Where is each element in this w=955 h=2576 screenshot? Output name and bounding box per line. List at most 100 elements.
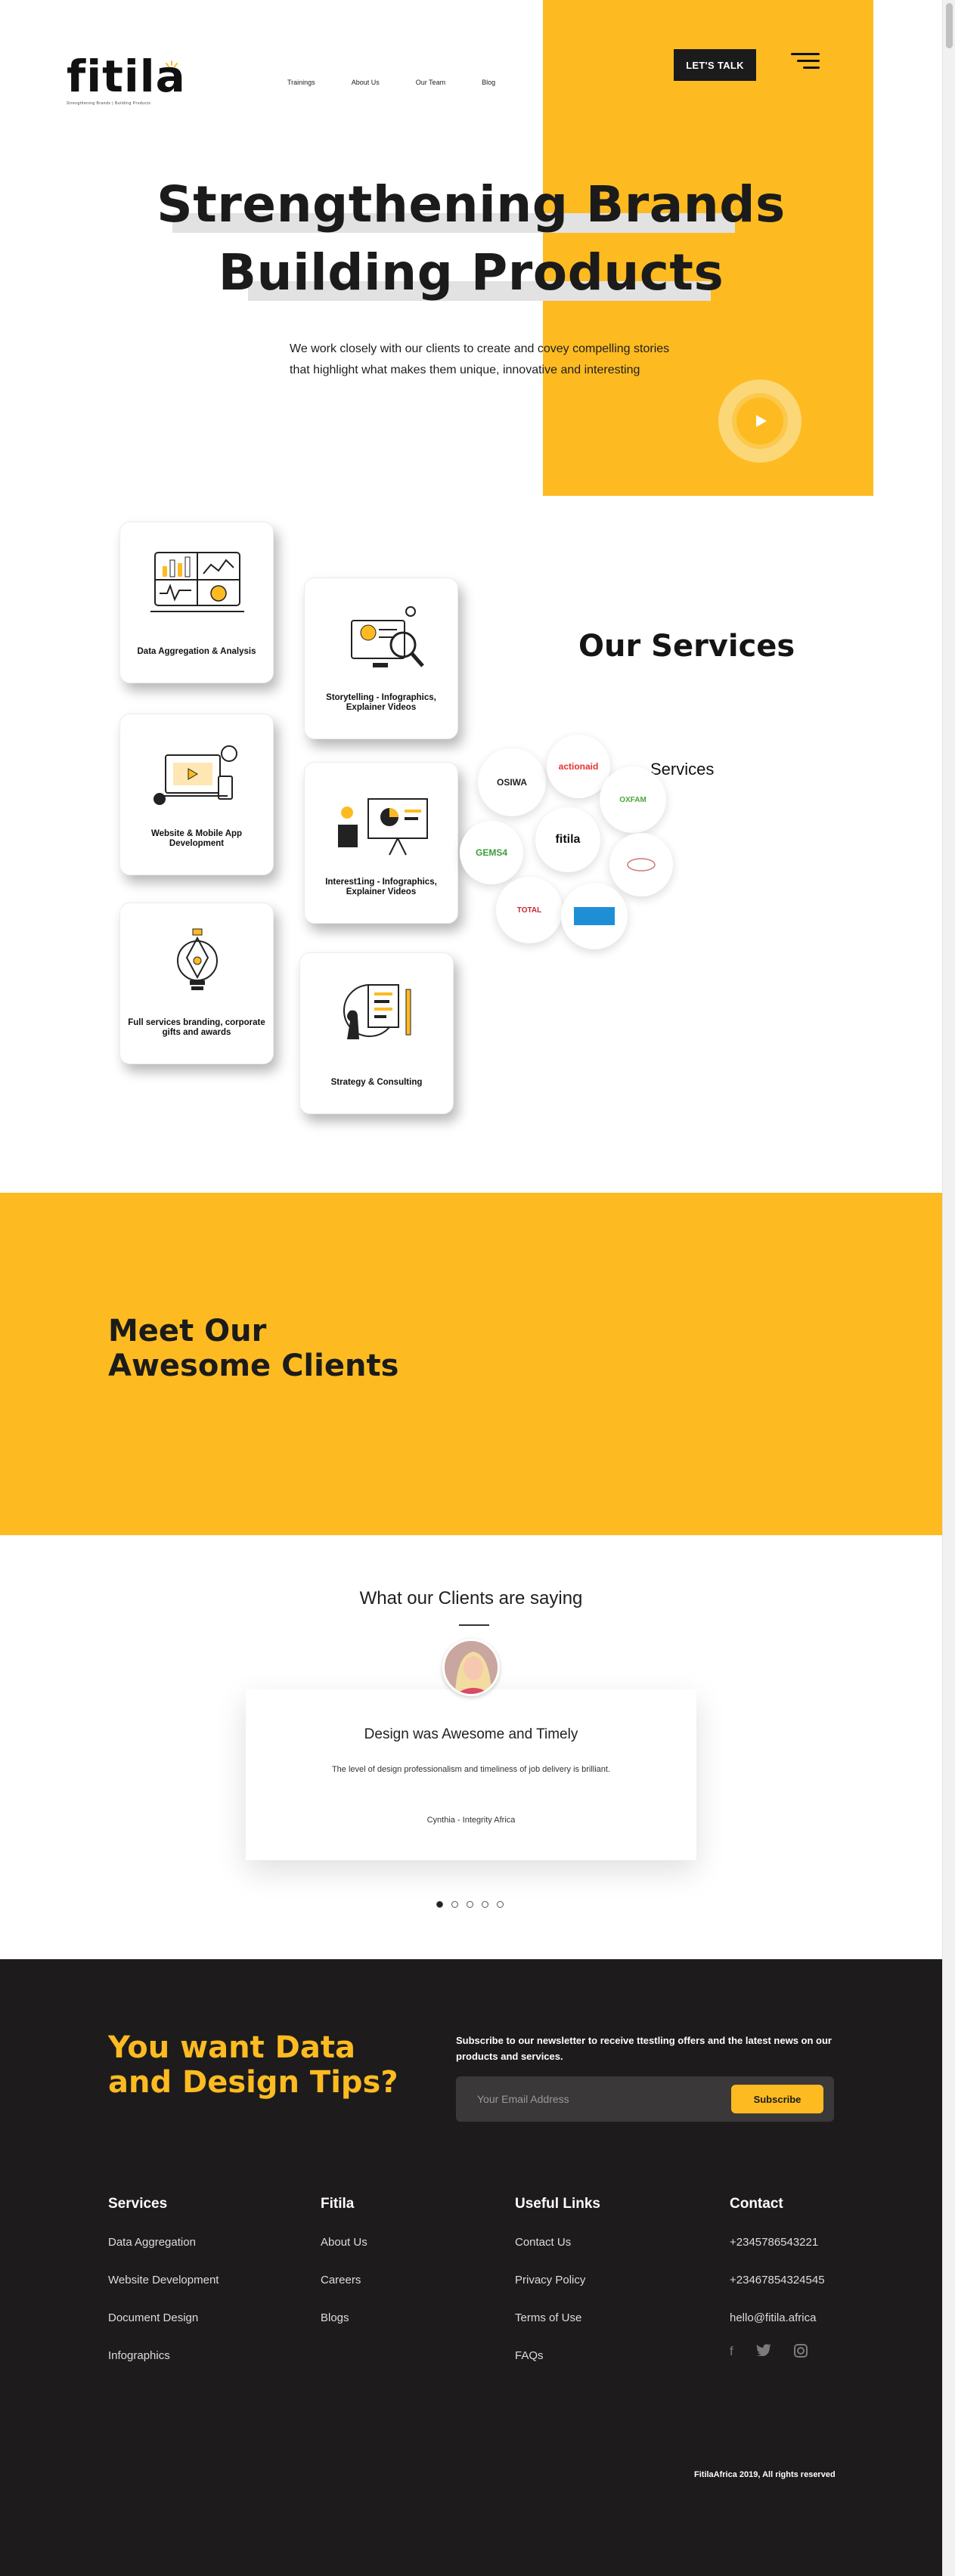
- footer-link[interactable]: Data Aggregation: [108, 2235, 219, 2249]
- nav-item-blog[interactable]: Blog: [482, 79, 495, 86]
- footer: You want Data and Design Tips? Subscribe…: [0, 1959, 942, 2576]
- footer-column-title: Contact: [730, 2196, 783, 2212]
- newsletter-text: Subscribe to our newsletter to receive t…: [456, 2035, 832, 2062]
- hero-headline-line1: Strengthening Brands: [157, 175, 786, 234]
- client-logo-text: OXFAM: [619, 795, 646, 804]
- client-logo-text: OSIWA: [496, 777, 527, 788]
- tips-title-line1: You want Data: [108, 2030, 355, 2065]
- footer-link[interactable]: Contact Us: [515, 2235, 600, 2249]
- service-card-label: Interest1ing - Infographics, Explainer V…: [325, 878, 437, 896]
- facebook-icon[interactable]: f: [730, 2344, 733, 2361]
- chess-strategy-icon: [343, 984, 411, 1039]
- devices-icon: [153, 745, 237, 805]
- main-nav: Trainings About Us Our Team Blog: [287, 79, 495, 86]
- footer-link[interactable]: Terms of Use: [515, 2311, 600, 2325]
- client-crest-icon: [627, 858, 656, 872]
- copyright: FitilaAfrica 2019, All rights reserved: [694, 2470, 836, 2479]
- testimonial-author: Cynthia - Integrity Africa: [426, 1816, 516, 1825]
- pen-bulb-icon: [177, 928, 218, 990]
- testimonials-title: What our Clients are saying: [359, 1588, 583, 1608]
- service-card-strategy[interactable]: Strategy & Consulting: [299, 952, 454, 1114]
- client-logo-oxfam: OXFAM: [600, 766, 666, 833]
- instagram-icon[interactable]: [793, 2344, 808, 2361]
- fitila-logo[interactable]: fitila Strengthening Brands | Building P…: [67, 54, 195, 109]
- footer-column-services: Services Data Aggregation Website Develo…: [108, 2196, 219, 2386]
- service-card-label: Storytelling - Infographics, Explainer V…: [326, 693, 436, 712]
- client-logo-gems4: GEMS4: [460, 821, 523, 884]
- service-card-data-aggregation[interactable]: Data Aggregation & Analysis: [119, 522, 274, 683]
- footer-link[interactable]: Blogs: [321, 2311, 367, 2325]
- service-card-branding[interactable]: Full services branding, corporate gifts …: [119, 903, 274, 1064]
- subscribe-button[interactable]: Subscribe: [731, 2085, 823, 2113]
- footer-column-fitila: Fitila About Us Careers Blogs: [321, 2196, 367, 2348]
- hero-intro-line2: that highlight what makes them unique, i…: [290, 364, 640, 376]
- footer-link[interactable]: Website Development: [108, 2273, 219, 2287]
- presentation-icon: [338, 798, 428, 856]
- carousel-dot[interactable]: [467, 1901, 473, 1908]
- footer-column-title: Fitila: [321, 2196, 355, 2212]
- tips-title-line2: and Design Tips?: [108, 2065, 398, 2100]
- newsletter-form: Subscribe: [456, 2076, 834, 2122]
- client-logo-fitila: fitila: [535, 807, 600, 872]
- page: fitila Strengthening Brands | Building P…: [0, 0, 942, 2576]
- service-card-web-mobile[interactable]: Website & Mobile App Development: [119, 714, 274, 875]
- nav-item-trainings[interactable]: Trainings: [287, 79, 315, 86]
- client-logo-badge: [609, 833, 673, 896]
- service-card-label: Data Aggregation & Analysis: [137, 647, 256, 656]
- footer-link[interactable]: Careers: [321, 2273, 367, 2287]
- avatar: [442, 1639, 500, 1696]
- footer-link[interactable]: FAQs: [515, 2348, 600, 2363]
- nav-item-our-team[interactable]: Our Team: [416, 79, 445, 86]
- play-icon: [736, 398, 783, 444]
- page-scrollbar[interactable]: [942, 0, 955, 2576]
- client-logo-blue: [561, 883, 628, 949]
- clients-title-line1: Meet Our: [108, 1314, 267, 1348]
- carousel-dot[interactable]: [436, 1901, 443, 1908]
- testimonial-body: The level of design professionalism and …: [331, 1765, 611, 1774]
- carousel-dot[interactable]: [497, 1901, 504, 1908]
- email-input[interactable]: [477, 2090, 704, 2108]
- services-ghost-title: Services: [650, 760, 715, 779]
- footer-column-title: Useful Links: [515, 2196, 600, 2212]
- client-logo-text: TOTAL: [516, 906, 542, 915]
- social-links: f: [730, 2344, 825, 2361]
- client-logo-osiwa: OSIWA: [478, 748, 546, 816]
- footer-column-title: Services: [108, 2196, 168, 2212]
- footer-column-contact: Contact +2345786543221 +23467854324545 h…: [730, 2196, 825, 2361]
- scrollbar-thumb[interactable]: [946, 3, 953, 48]
- carousel-dot[interactable]: [482, 1901, 488, 1908]
- tips-title: You want Data and Design Tips?: [108, 2030, 398, 2100]
- carousel-dot[interactable]: [451, 1901, 458, 1908]
- nav-item-about-us[interactable]: About Us: [352, 79, 380, 86]
- service-card-label: Full services branding, corporate gifts …: [128, 1018, 265, 1037]
- dashboard-chart-icon: [150, 552, 244, 612]
- service-card-interest1ing[interactable]: Interest1ing - Infographics, Explainer V…: [304, 762, 458, 924]
- footer-link[interactable]: About Us: [321, 2235, 367, 2249]
- client-banner-icon: [574, 907, 615, 925]
- footer-link[interactable]: Infographics: [108, 2348, 219, 2363]
- lets-talk-button[interactable]: LET'S TALK: [674, 49, 756, 81]
- play-video-button[interactable]: [718, 379, 802, 463]
- service-card-label: Strategy & Consulting: [330, 1078, 423, 1087]
- carousel-dots: [436, 1901, 504, 1908]
- client-logo-total: TOTAL: [496, 877, 563, 943]
- testimonial-card: Design was Awesome and Timely The level …: [246, 1689, 696, 1860]
- client-logo-text: fitila: [555, 833, 581, 846]
- footer-link[interactable]: Document Design: [108, 2311, 219, 2325]
- footer-link[interactable]: hello@fitila.africa: [730, 2311, 825, 2325]
- clients-title-line2: Awesome Clients: [108, 1348, 399, 1383]
- services-title: Our Services: [578, 629, 795, 664]
- hero-headline-line2: Building Products: [218, 243, 724, 302]
- footer-link[interactable]: +2345786543221: [730, 2235, 825, 2249]
- footer-link[interactable]: +23467854324545: [730, 2273, 825, 2287]
- clients-title: Meet Our Awesome Clients: [108, 1314, 398, 1383]
- person-avatar-icon: [445, 1641, 498, 1694]
- testimonial-heading: Design was Awesome and Timely: [364, 1726, 578, 1742]
- title-divider: [459, 1624, 489, 1626]
- hero-intro-line1: We work closely with our clients to crea…: [290, 342, 670, 355]
- twitter-icon[interactable]: [755, 2344, 771, 2361]
- hamburger-menu-icon[interactable]: [791, 53, 820, 73]
- service-card-storytelling[interactable]: Storytelling - Infographics, Explainer V…: [304, 577, 458, 739]
- client-logo-text: GEMS4: [475, 847, 507, 858]
- footer-link[interactable]: Privacy Policy: [515, 2273, 600, 2287]
